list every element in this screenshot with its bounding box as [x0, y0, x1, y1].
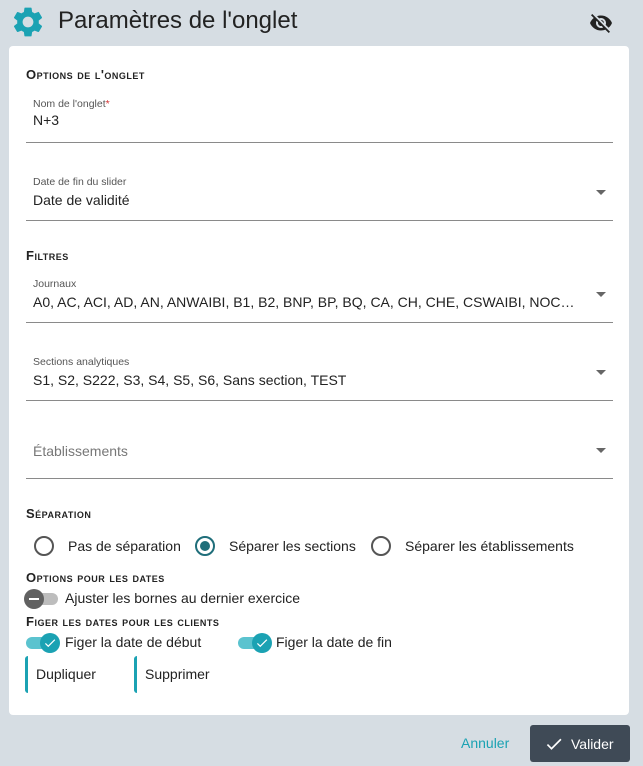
freeze-end-row: Figer la date de fin	[236, 633, 416, 653]
section-title-client-dates: Figer les dates pour les clients	[26, 614, 220, 629]
check-icon	[40, 633, 60, 653]
chevron-down-icon	[596, 292, 606, 297]
section-title-date-options: Options pour les dates	[26, 570, 165, 585]
tab-name-value: N+3	[33, 112, 60, 128]
analytic-sections-label: Sections analytiques	[33, 356, 130, 368]
chevron-down-icon	[596, 448, 606, 453]
journals-value: A0, AC, ACI, AD, AN, ANWAIBI, B1, B2, BN…	[33, 294, 581, 310]
slider-end-date-label: Date de fin du slider	[33, 176, 127, 188]
chevron-down-icon	[596, 370, 606, 375]
settings-card: Options de l'onglet Nom de l'onglet* N+3…	[9, 46, 629, 715]
dialog-header: Paramètres de l'onglet	[0, 0, 643, 46]
cancel-button[interactable]: Annuler	[461, 735, 509, 751]
establishments-placeholder: Établissements	[33, 443, 128, 459]
freeze-end-toggle[interactable]	[236, 633, 272, 653]
radio-circle	[34, 536, 54, 556]
dialog-title: Paramètres de l'onglet	[58, 7, 298, 34]
journals-select[interactable]: Journaux A0, AC, ACI, AD, AN, ANWAIBI, B…	[26, 274, 613, 323]
chevron-down-icon	[596, 190, 606, 195]
establishments-select[interactable]: Établissements	[26, 430, 613, 479]
duplicate-button[interactable]: Dupliquer	[25, 656, 117, 693]
freeze-end-label: Figer la date de fin	[276, 634, 392, 650]
section-title-options: Options de l'onglet	[26, 67, 145, 82]
adjust-bounds-toggle[interactable]	[24, 589, 60, 609]
eye-off-icon[interactable]	[589, 11, 613, 35]
freeze-start-toggle[interactable]	[24, 633, 60, 653]
tab-name-field[interactable]: Nom de l'onglet* N+3	[26, 94, 613, 143]
radio-circle	[371, 536, 391, 556]
check-icon	[546, 738, 562, 750]
slider-end-date-select[interactable]: Date de fin du slider Date de validité	[26, 172, 613, 221]
radio-circle	[195, 536, 215, 556]
radio-label: Séparer les établissements	[405, 538, 574, 554]
analytic-sections-value: S1, S2, S222, S3, S4, S5, S6, Sans secti…	[33, 372, 347, 388]
radio-label: Pas de séparation	[68, 538, 181, 554]
adjust-bounds-label: Ajuster les bornes au dernier exercice	[65, 590, 301, 606]
analytic-sections-select[interactable]: Sections analytiques S1, S2, S222, S3, S…	[26, 352, 613, 401]
slider-end-date-value: Date de validité	[33, 192, 130, 208]
adjust-bounds-row: Ajuster les bornes au dernier exercice	[24, 589, 344, 609]
validate-label: Valider	[571, 736, 614, 752]
separation-radio-group: Pas de séparation Séparer les sections S…	[34, 535, 614, 557]
section-title-separation: Séparation	[26, 506, 92, 521]
check-icon	[252, 633, 272, 653]
toggle-off-icon	[24, 589, 44, 609]
tab-name-label: Nom de l'onglet*	[33, 98, 110, 110]
freeze-start-label: Figer la date de début	[65, 634, 202, 650]
gear-icon	[13, 7, 43, 37]
section-title-filters: Filtres	[26, 248, 69, 263]
freeze-start-row: Figer la date de début	[24, 633, 224, 653]
journals-label: Journaux	[33, 278, 77, 290]
validate-button[interactable]: Valider	[530, 725, 630, 762]
delete-button[interactable]: Supprimer	[134, 656, 228, 693]
radio-label: Séparer les sections	[229, 538, 356, 554]
